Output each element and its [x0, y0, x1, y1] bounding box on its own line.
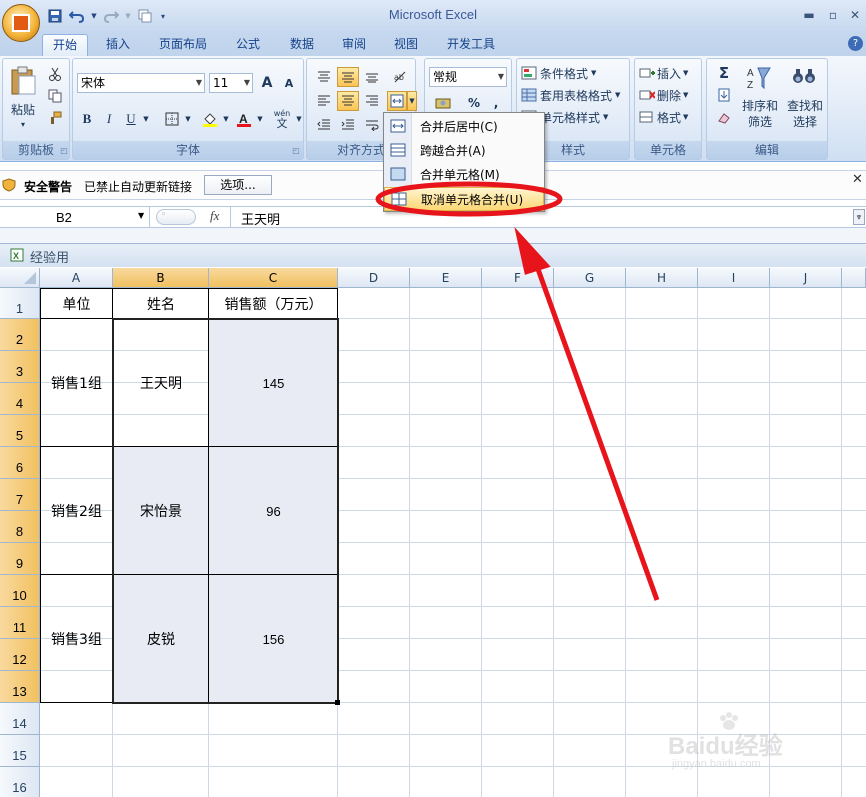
merge-center-icon	[390, 119, 406, 133]
menu-item-merge-center-label: 合并后居中(C)	[420, 119, 498, 134]
menu-item-unmerge-cells[interactable]: 取消单元格合并(U)	[384, 187, 544, 211]
selection-outline	[112, 318, 339, 704]
menu-item-merge-center[interactable]: 合并后居中(C)	[384, 114, 544, 138]
fill-handle[interactable]	[335, 700, 340, 705]
unmerge-cells-icon	[391, 192, 407, 206]
merge-across-icon	[390, 143, 406, 157]
menu-item-merge-cells-label: 合并单元格(M)	[420, 167, 500, 182]
menu-item-merge-cells[interactable]: 合并单元格(M)	[384, 162, 544, 186]
merge-cells-icon	[390, 167, 406, 181]
watermark-text: Baidu经验	[668, 733, 783, 760]
menu-item-merge-across[interactable]: 跨越合并(A)	[384, 138, 544, 162]
office-button[interactable]	[2, 4, 40, 42]
merge-menu: 合并后居中(C) 跨越合并(A) 合并单元格(M) 取消单元格合并(U)	[383, 112, 545, 212]
baidu-watermark: Baidu经验 jingyan.baidu.com	[668, 712, 818, 776]
menu-item-merge-across-label: 跨越合并(A)	[420, 143, 486, 158]
menu-item-unmerge-cells-label: 取消单元格合并(U)	[421, 192, 524, 207]
watermark-url: jingyan.baidu.com	[672, 758, 761, 770]
excel-window: ▼ ▼ ▾ Microsoft Excel ▬ ▫ ✕ 开始 插入 页面布局 公…	[0, 0, 866, 797]
office-logo-icon	[12, 14, 30, 32]
